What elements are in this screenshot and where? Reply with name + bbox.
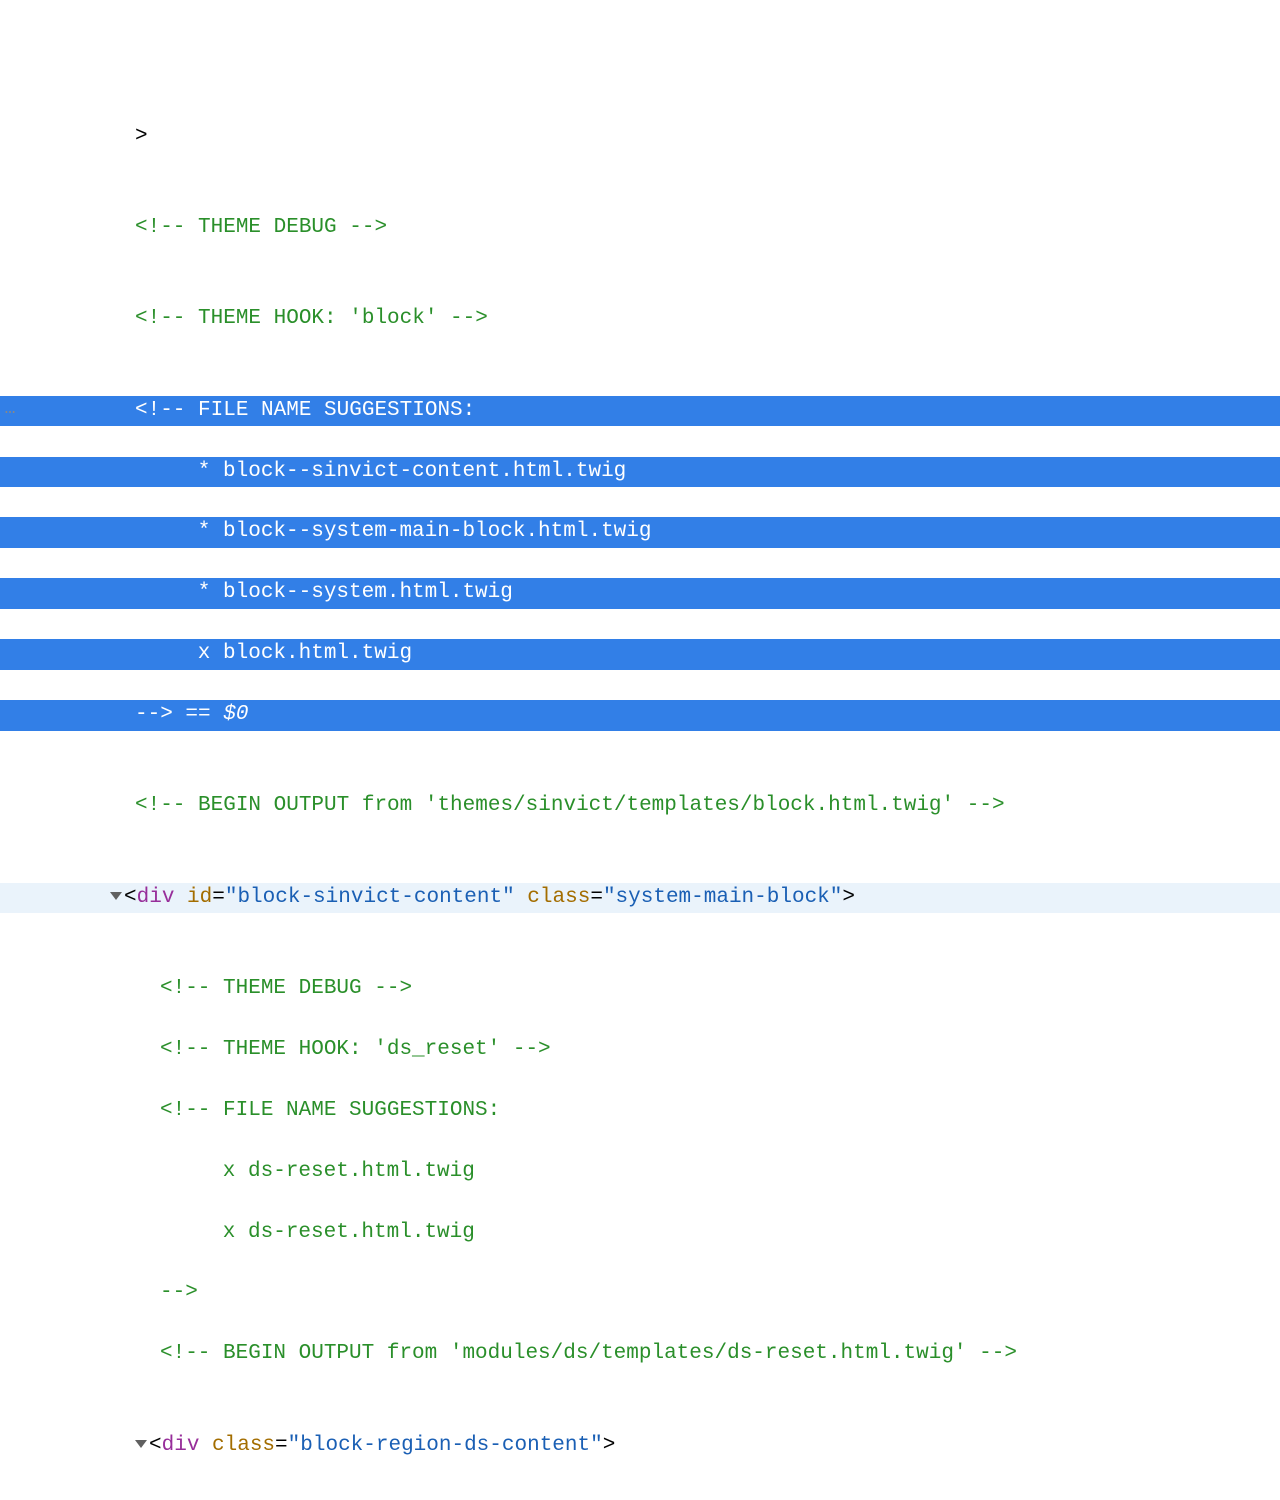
html-string: "block-region-ds-content" — [288, 1434, 603, 1457]
code-line[interactable]: <!-- THEME HOOK: 'ds_reset' --> — [20, 1035, 1280, 1065]
code-line[interactable]: <!-- FILE NAME SUGGESTIONS: — [20, 396, 1280, 426]
code-row-highlighted[interactable]: <div id="block-sinvict-content" class="s… — [0, 883, 1280, 913]
html-string: "block-sinvict-content" — [225, 886, 515, 909]
code-line[interactable]: * block--system.html.twig — [20, 578, 1280, 608]
html-comment: * block--sinvict-content.html.twig — [160, 460, 626, 483]
code-row[interactable]: x ds-reset.html.twig — [0, 1218, 1280, 1248]
code-row[interactable]: <!-- BEGIN OUTPUT from 'modules/ds/templ… — [0, 1339, 1280, 1369]
code-row-selected[interactable]: … <!-- FILE NAME SUGGESTIONS: — [0, 396, 1280, 426]
html-comment-end: --> — [160, 1281, 198, 1304]
code-line[interactable]: <!-- BEGIN OUTPUT from 'themes/sinvict/t… — [20, 791, 1280, 821]
html-comment: <!-- FILE NAME SUGGESTIONS: — [160, 1099, 500, 1122]
expand-arrow[interactable] — [135, 1431, 149, 1461]
gutter — [0, 457, 20, 487]
code-line[interactable]: <div id="block-sinvict-content" class="s… — [20, 883, 1280, 913]
code-line[interactable]: <!-- THEME HOOK: 'block' --> — [20, 304, 1280, 334]
gutter — [0, 883, 20, 913]
gutter — [0, 974, 20, 1004]
html-tag: div — [162, 1434, 200, 1457]
code-row-selected[interactable]: * block--sinvict-content.html.twig — [0, 457, 1280, 487]
html-comment-end: --> — [135, 703, 173, 726]
equals-null: == — [173, 703, 223, 726]
code-row[interactable]: --> — [0, 1278, 1280, 1308]
code-row-selected[interactable]: * block--system.html.twig — [0, 578, 1280, 608]
html-comment: x ds-reset.html.twig — [185, 1160, 475, 1183]
chevron-down-icon — [135, 1440, 147, 1448]
gutter — [0, 1278, 20, 1308]
code-row-selected[interactable]: x block.html.twig — [0, 639, 1280, 669]
gutter — [0, 1035, 20, 1065]
html-comment: x ds-reset.html.twig — [185, 1221, 475, 1244]
code-row[interactable]: > — [0, 122, 1280, 152]
gutter — [0, 578, 20, 608]
html-comment: <!-- BEGIN OUTPUT from 'themes/sinvict/t… — [135, 794, 1005, 817]
gutter — [0, 304, 20, 334]
html-comment: <!-- THEME HOOK: 'ds_reset' --> — [160, 1038, 551, 1061]
code-line[interactable]: x block.html.twig — [20, 639, 1280, 669]
code-line[interactable]: <div class="block-region-ds-content"> — [20, 1431, 1280, 1461]
code-line[interactable]: * block--sinvict-content.html.twig — [20, 457, 1280, 487]
html-attr: class — [515, 886, 591, 909]
gutter — [0, 1339, 20, 1369]
code-row[interactable]: x ds-reset.html.twig — [0, 1157, 1280, 1187]
expand-arrow[interactable] — [110, 883, 124, 913]
code-line[interactable]: <!-- FILE NAME SUGGESTIONS: — [20, 1096, 1280, 1126]
code-line[interactable]: --> == $0 — [20, 700, 1280, 730]
code-row[interactable]: <!-- THEME HOOK: 'block' --> — [0, 304, 1280, 334]
gutter — [0, 1431, 20, 1461]
html-tag: div — [137, 886, 175, 909]
html-comment: * block--system-main-block.html.twig — [160, 520, 651, 543]
code-line[interactable]: --> — [20, 1278, 1280, 1308]
gutter — [0, 517, 20, 547]
html-string: "system-main-block" — [603, 886, 842, 909]
html-comment: <!-- BEGIN OUTPUT from 'modules/ds/templ… — [160, 1342, 1017, 1365]
gutter — [0, 1096, 20, 1126]
gutter — [0, 1157, 20, 1187]
gutter — [0, 122, 20, 152]
gutter — [0, 213, 20, 243]
chevron-down-icon — [110, 892, 122, 900]
html-comment: <!-- FILE NAME SUGGESTIONS: — [135, 399, 475, 422]
gutter — [0, 639, 20, 669]
code-row[interactable]: <!-- BEGIN OUTPUT from 'themes/sinvict/t… — [0, 791, 1280, 821]
code-row[interactable]: <!-- THEME HOOK: 'ds_reset' --> — [0, 1035, 1280, 1065]
html-comment: * block--system.html.twig — [160, 581, 513, 604]
code-row-selected[interactable]: --> == $0 — [0, 700, 1280, 730]
code-line[interactable]: <!-- THEME DEBUG --> — [20, 974, 1280, 1004]
code-row-selected[interactable]: * block--system-main-block.html.twig — [0, 517, 1280, 547]
gutter — [0, 700, 20, 730]
html-comment: <!-- THEME DEBUG --> — [135, 216, 387, 239]
html-comment: x block.html.twig — [160, 642, 412, 665]
code-line[interactable]: <!-- BEGIN OUTPUT from 'modules/ds/templ… — [20, 1339, 1280, 1369]
code-line[interactable]: x ds-reset.html.twig — [20, 1157, 1280, 1187]
code-line[interactable]: > — [20, 122, 1280, 152]
html-attr: class — [199, 1434, 275, 1457]
gutter — [0, 1218, 20, 1248]
code-line[interactable]: * block--system-main-block.html.twig — [20, 517, 1280, 547]
code-row[interactable]: <div class="block-region-ds-content"> — [0, 1431, 1280, 1461]
html-attr: id — [174, 886, 212, 909]
code-row[interactable]: <!-- THEME DEBUG --> — [0, 213, 1280, 243]
close-bracket: > — [135, 125, 148, 148]
gutter-ellipsis: … — [0, 396, 20, 426]
code-line[interactable]: <!-- THEME DEBUG --> — [20, 213, 1280, 243]
code-row[interactable]: <!-- THEME DEBUG --> — [0, 974, 1280, 1004]
code-line[interactable]: x ds-reset.html.twig — [20, 1218, 1280, 1248]
dollar-zero: $0 — [223, 703, 248, 726]
code-row[interactable]: <!-- FILE NAME SUGGESTIONS: — [0, 1096, 1280, 1126]
html-comment: <!-- THEME HOOK: 'block' --> — [135, 307, 488, 330]
html-comment: <!-- THEME DEBUG --> — [160, 977, 412, 1000]
gutter — [0, 791, 20, 821]
